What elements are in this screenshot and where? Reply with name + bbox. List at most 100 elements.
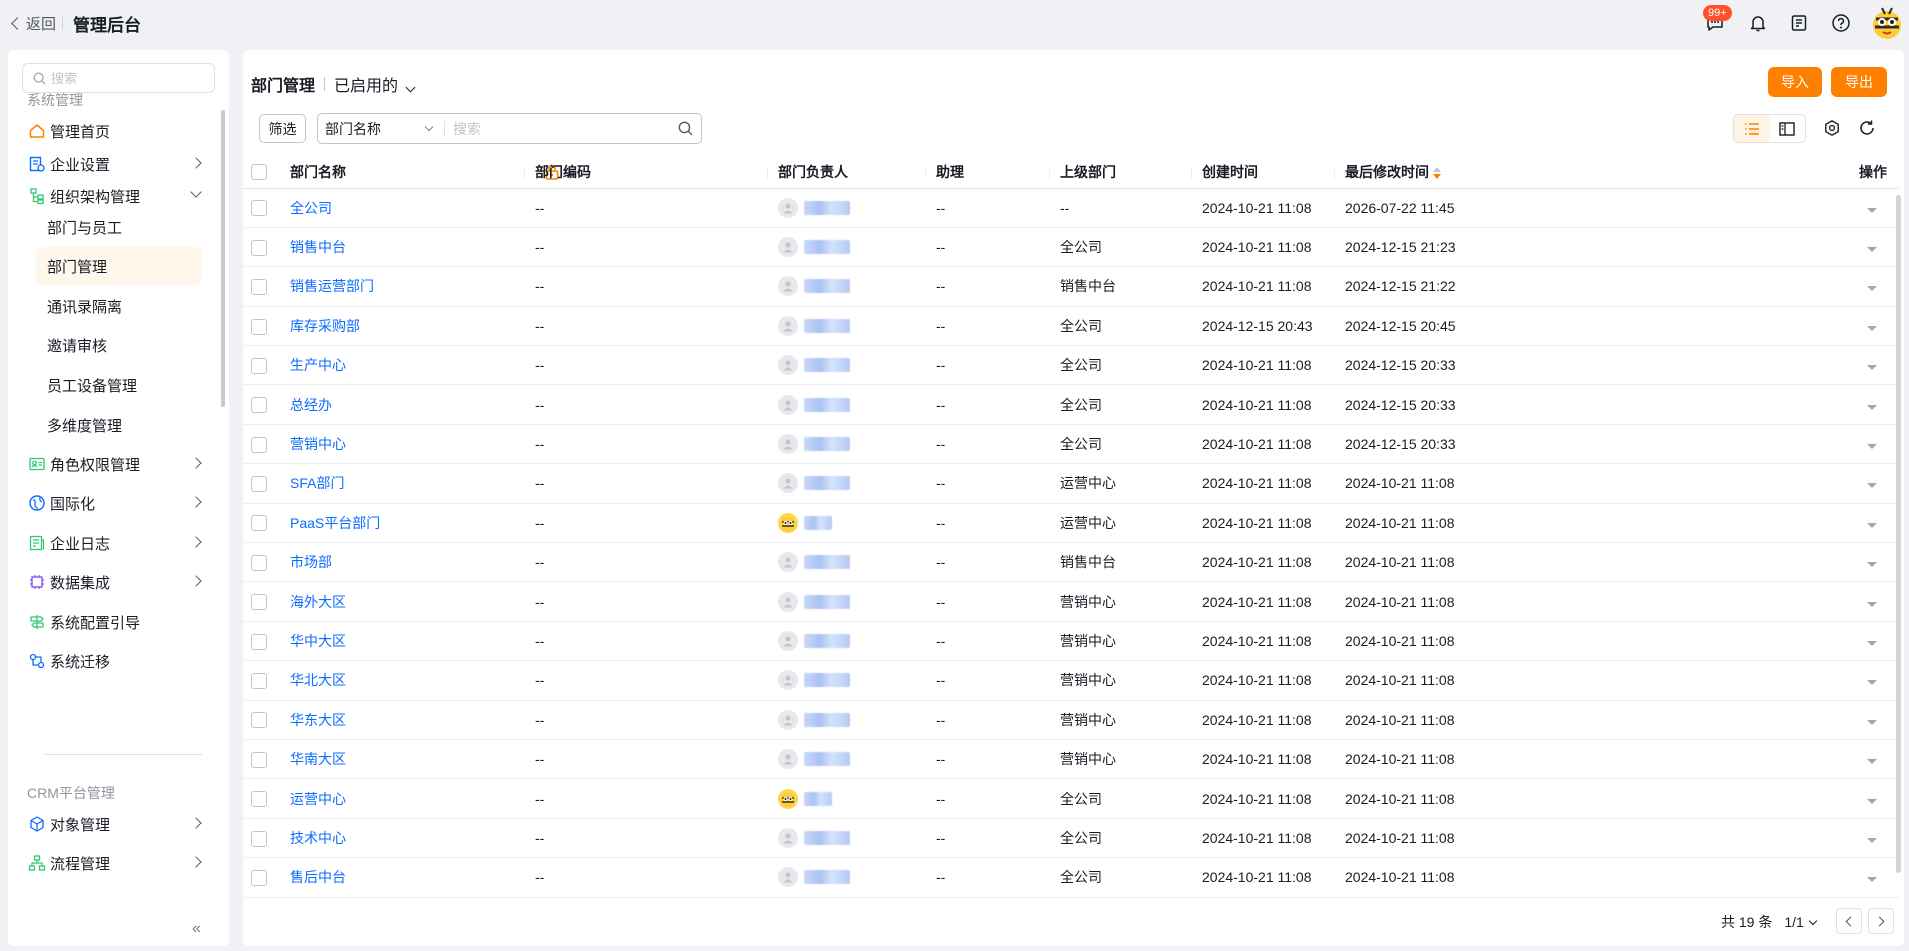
row-checkbox[interactable]: [251, 357, 267, 374]
dept-name-link[interactable]: 库存采购部: [290, 318, 360, 334]
dept-name-link[interactable]: 全公司: [290, 200, 332, 216]
dept-name-link[interactable]: 海外大区: [290, 594, 346, 610]
column-resizer[interactable]: [1049, 167, 1050, 179]
dept-owner-cell[interactable]: [778, 424, 936, 465]
row-checkbox[interactable]: [251, 436, 267, 453]
import-button[interactable]: 导入: [1768, 67, 1822, 97]
actions-dropdown-icon[interactable]: [1867, 680, 1877, 686]
dept-owner-cell[interactable]: [778, 660, 936, 701]
dept-owner-cell[interactable]: [778, 700, 936, 740]
row-checkbox[interactable]: [251, 633, 267, 650]
sidebar-item-home[interactable]: 管理首页: [28, 115, 208, 147]
sidebar-item-migration[interactable]: 系统迁移: [28, 645, 208, 677]
table-row[interactable]: 全公司 -- -- -- 2024-10-21 11:08 2026-07-22 11:4…: [243, 188, 1899, 228]
export-button[interactable]: 导出: [1831, 67, 1887, 97]
col-created[interactable]: 创建时间: [1202, 156, 1345, 189]
row-checkbox[interactable]: [251, 279, 267, 296]
row-checkbox[interactable]: [251, 830, 267, 847]
sidebar-item-log[interactable]: 企业日志: [28, 527, 208, 559]
dept-name-link[interactable]: 售后中台: [290, 869, 346, 885]
actions-dropdown-icon[interactable]: [1867, 365, 1877, 371]
search-field-select[interactable]: 部门名称: [318, 114, 444, 143]
sort-icon[interactable]: [1433, 167, 1441, 180]
dept-name-link[interactable]: 销售中台: [290, 239, 346, 255]
sidebar-search[interactable]: [22, 63, 215, 93]
dept-owner-cell[interactable]: [778, 266, 936, 307]
dept-name-link[interactable]: 技术中心: [290, 830, 346, 846]
table-row[interactable]: 生产中心 -- -- 全公司 2024-10-21 11:08 2024-12-15 20…: [243, 345, 1899, 386]
sidebar-sub-dept-employees[interactable]: 部门与员工: [36, 208, 202, 246]
col-assistant[interactable]: 助理: [936, 156, 1060, 189]
row-checkbox[interactable]: [251, 515, 267, 532]
dept-owner-cell[interactable]: [778, 739, 936, 780]
col-modified[interactable]: 最后修改时间: [1345, 156, 1820, 189]
table-row[interactable]: 技术中心 -- -- 全公司 2024-10-21 11:08 2024-10-21 11…: [243, 818, 1899, 859]
help-icon[interactable]: [1829, 11, 1853, 35]
actions-dropdown-icon[interactable]: [1867, 798, 1877, 804]
row-checkbox[interactable]: [251, 869, 267, 886]
sidebar-item-objects[interactable]: 对象管理: [28, 808, 208, 840]
table-row[interactable]: 总经办 -- -- 全公司 2024-10-21 11:08 2024-12-15 20:…: [243, 384, 1899, 425]
table-row[interactable]: 华中大区 -- -- 营销中心 2024-10-21 11:08 2024-10-21 1…: [243, 621, 1899, 662]
table-scrollbar[interactable]: [1896, 195, 1901, 873]
dept-name-link[interactable]: PaaS平台部门: [290, 515, 380, 531]
dept-owner-cell[interactable]: [778, 503, 936, 544]
table-row[interactable]: 华南大区 -- -- 营销中心 2024-10-21 11:08 2024-10-21 1…: [243, 739, 1899, 780]
dept-owner-cell[interactable]: [778, 581, 936, 622]
dept-owner-cell[interactable]: [778, 384, 936, 425]
dept-name-link[interactable]: 华中大区: [290, 633, 346, 649]
actions-dropdown-icon[interactable]: [1867, 247, 1877, 253]
dept-owner-cell[interactable]: [778, 542, 936, 583]
actions-dropdown-icon[interactable]: [1867, 522, 1877, 528]
sidebar-item-enterprise[interactable]: 企业设置: [28, 148, 208, 180]
sidebar-item-data-integration[interactable]: 数据集成: [28, 566, 208, 598]
row-checkbox[interactable]: [251, 318, 267, 335]
prev-page-button[interactable]: [1836, 908, 1862, 934]
row-checkbox[interactable]: [251, 791, 267, 808]
filter-button[interactable]: 筛选: [259, 114, 306, 143]
row-checkbox[interactable]: [251, 594, 267, 611]
table-row[interactable]: 售后中台 -- -- 全公司 2024-10-21 11:08 2024-10-21 11…: [243, 857, 1899, 898]
table-row[interactable]: 销售中台 -- -- 全公司 2024-10-21 11:08 2024-12-15 21…: [243, 227, 1899, 268]
dept-name-link[interactable]: 营销中心: [290, 436, 346, 452]
sidebar-search-input[interactable]: [51, 70, 201, 86]
column-resizer[interactable]: [925, 167, 926, 179]
next-page-button[interactable]: [1868, 908, 1894, 934]
sidebar-item-i18n[interactable]: 国际化: [28, 487, 208, 519]
actions-dropdown-icon[interactable]: [1867, 562, 1877, 568]
row-checkbox[interactable]: [251, 673, 267, 690]
table-row[interactable]: 海外大区 -- -- 营销中心 2024-10-21 11:08 2024-10-21 1…: [243, 581, 1899, 622]
dept-owner-cell[interactable]: [778, 345, 936, 386]
dept-owner-cell[interactable]: [778, 621, 936, 662]
row-checkbox[interactable]: [251, 239, 267, 256]
actions-dropdown-icon[interactable]: [1867, 325, 1877, 331]
page-select[interactable]: 1/1: [1784, 914, 1818, 930]
sidebar-item-role[interactable]: 角色权限管理: [28, 448, 208, 480]
refresh-icon[interactable]: [1856, 117, 1878, 139]
col-dept-name[interactable]: 部门名称: [290, 156, 559, 189]
sidebar-sub-contacts-isolation[interactable]: 通讯录隔离: [36, 287, 202, 325]
actions-dropdown-icon[interactable]: [1867, 719, 1877, 725]
actions-dropdown-icon[interactable]: [1867, 759, 1877, 765]
table-row[interactable]: 华北大区 -- -- 营销中心 2024-10-21 11:08 2024-10-21 1…: [243, 660, 1899, 701]
actions-dropdown-icon[interactable]: [1867, 483, 1877, 489]
search-input[interactable]: [445, 120, 665, 137]
search-icon[interactable]: [678, 121, 693, 140]
dept-name-link[interactable]: 市场部: [290, 554, 332, 570]
actions-dropdown-icon[interactable]: [1867, 837, 1877, 843]
table-row[interactable]: PaaS平台部门 -- -- 运营中心 2024-10-21 11:08 2024-10-…: [243, 503, 1899, 544]
row-checkbox[interactable]: [251, 476, 267, 493]
sidebar-sub-invite-review[interactable]: 邀请审核: [36, 326, 202, 364]
notes-icon[interactable]: [1787, 11, 1811, 35]
column-resizer[interactable]: [1334, 167, 1335, 179]
sidebar-sub-device-management[interactable]: 员工设备管理: [36, 366, 202, 404]
back-button[interactable]: 返回: [10, 13, 56, 34]
view-selector[interactable]: 已启用的: [334, 72, 416, 96]
actions-dropdown-icon[interactable]: [1867, 286, 1877, 292]
table-row[interactable]: 华东大区 -- -- 营销中心 2024-10-21 11:08 2024-10-21 1…: [243, 700, 1899, 740]
dept-name-link[interactable]: 销售运营部门: [290, 278, 374, 294]
actions-dropdown-icon[interactable]: [1867, 404, 1877, 410]
row-checkbox[interactable]: [251, 554, 267, 571]
dept-name-link[interactable]: 华东大区: [290, 712, 346, 728]
settings-icon[interactable]: [1821, 117, 1843, 139]
